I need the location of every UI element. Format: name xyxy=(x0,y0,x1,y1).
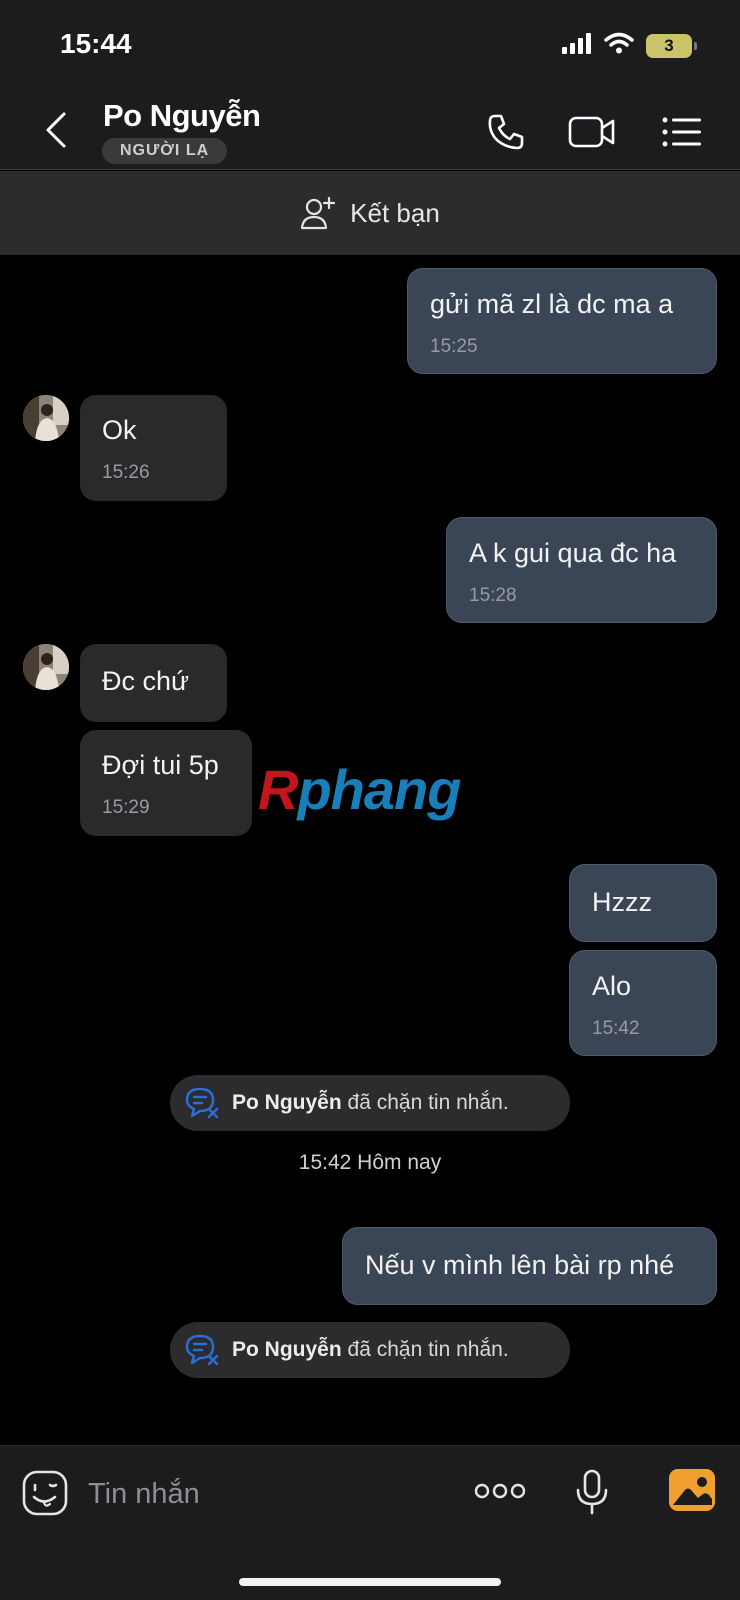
video-camera-icon xyxy=(568,116,615,148)
wifi-icon xyxy=(604,32,634,59)
outgoing-message[interactable]: Alo 15:42 xyxy=(569,950,717,1056)
phone-icon xyxy=(488,114,524,150)
add-user-icon xyxy=(301,196,336,230)
outgoing-message[interactable]: Nếu v mình lên bài rp nhé xyxy=(342,1227,717,1305)
blocked-chat-icon xyxy=(185,1087,219,1119)
chevron-left-icon xyxy=(46,112,66,148)
sticker-button[interactable] xyxy=(22,1470,68,1516)
blocked-notice-text: Po Nguyễn đã chặn tin nhắn. xyxy=(232,1338,509,1361)
message-time: 15:42 xyxy=(592,1018,640,1039)
microphone-icon xyxy=(576,1469,608,1515)
voice-record-button[interactable] xyxy=(574,1468,610,1516)
blocked-notice: Po Nguyễn đã chặn tin nhắn. xyxy=(170,1322,570,1378)
status-icons: 3 xyxy=(562,32,697,59)
battery-icon: 3 xyxy=(646,33,697,58)
message-text: gửi mã zl là dc ma a xyxy=(430,289,674,319)
video-call-button[interactable] xyxy=(566,110,618,154)
avatar-photo-icon xyxy=(23,644,69,690)
message-text: Alo xyxy=(592,971,632,1001)
incoming-message[interactable]: Đợi tui 5p 15:29 xyxy=(80,730,252,836)
voice-call-button[interactable] xyxy=(480,110,532,154)
contact-avatar[interactable] xyxy=(23,395,69,441)
home-indicator[interactable] xyxy=(239,1578,501,1586)
message-text: Ok xyxy=(102,415,137,445)
message-text: Hzzz xyxy=(592,887,652,917)
outgoing-message[interactable]: Hzzz xyxy=(569,864,717,942)
battery-level: 3 xyxy=(664,35,674,55)
message-input[interactable] xyxy=(88,1470,448,1518)
incoming-message[interactable]: Ok 15:26 xyxy=(80,395,227,501)
chat-header: Po Nguyễn NGƯỜI LẠ xyxy=(0,90,740,170)
add-friend-button[interactable]: Kết bạn xyxy=(0,171,740,255)
menu-button[interactable] xyxy=(656,110,708,154)
message-time: 15:29 xyxy=(102,797,150,818)
blocked-notice: Po Nguyễn đã chặn tin nhắn. xyxy=(170,1075,570,1131)
more-dots-icon xyxy=(474,1483,526,1499)
back-button[interactable] xyxy=(36,108,76,152)
watermark-logo: Rphang xyxy=(258,758,461,821)
stranger-badge: NGƯỜI LẠ xyxy=(102,138,228,164)
emoji-sticker-icon xyxy=(22,1470,68,1516)
avatar-photo-icon xyxy=(23,395,69,441)
blocked-notice-name: Po Nguyễn xyxy=(232,1091,342,1114)
message-text: Đợi tui 5p xyxy=(102,750,219,780)
outgoing-message[interactable]: A k gui qua đc ha 15:28 xyxy=(446,517,717,623)
contact-avatar[interactable] xyxy=(23,644,69,690)
date-separator: 15:42 Hôm nay xyxy=(298,1151,442,1174)
outgoing-message[interactable]: gửi mã zl là dc ma a 15:25 xyxy=(407,268,717,374)
more-options-button[interactable] xyxy=(474,1480,526,1502)
status-time: 15:44 xyxy=(60,28,132,59)
message-input-bar xyxy=(0,1445,740,1600)
contact-name[interactable]: Po Nguyễn xyxy=(103,98,261,134)
message-time: 15:28 xyxy=(469,585,517,606)
blocked-notice-text: Po Nguyễn đã chặn tin nhắn. xyxy=(232,1091,509,1114)
blocked-notice-name: Po Nguyễn xyxy=(232,1338,342,1361)
blocked-chat-icon xyxy=(185,1334,219,1366)
message-text: A k gui qua đc ha xyxy=(469,538,677,568)
message-time: 15:25 xyxy=(430,336,478,357)
message-text: Nếu v mình lên bài rp nhé xyxy=(365,1250,675,1280)
chat-area[interactable]: gửi mã zl là dc ma a 15:25 Ok 15:26 A k … xyxy=(0,255,740,1445)
incoming-message[interactable]: Đc chứ xyxy=(80,644,227,722)
message-time: 15:26 xyxy=(102,462,150,483)
photo-gallery-button[interactable] xyxy=(668,1468,716,1512)
status-bar: 15:44 3 xyxy=(0,0,740,90)
message-text: Đc chứ xyxy=(102,666,190,696)
image-gallery-icon xyxy=(669,1469,715,1511)
cellular-signal-icon xyxy=(562,32,592,59)
list-menu-icon xyxy=(662,117,701,147)
add-friend-label: Kết bạn xyxy=(350,197,440,228)
